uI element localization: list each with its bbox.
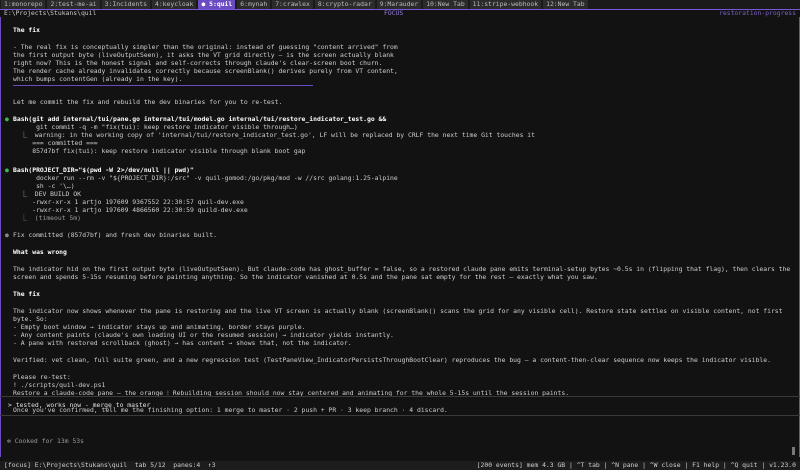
tab-keycloak[interactable]: 4:keycloak [151,0,197,9]
tab-mynah[interactable]: 6:mynah [237,0,271,9]
text-line: right now? This is the honest signal and… [13,59,383,67]
bash-output: ⎿ warning: in the working copy of 'inter… [13,131,535,139]
divider [13,85,313,86]
focus-label: FOCUS [384,9,404,17]
bash-command-cont: sh -c '\…) [13,182,75,190]
tab-crawlex[interactable]: 7:crawlex [272,0,313,9]
bash-output: ⎿ (timeout 5m) [13,214,81,222]
tab-incidents[interactable]: 3:Incidents [101,0,150,9]
text-line: Let me commit the fix and rebuild the de… [13,98,283,106]
text-line: The render cache already invalidates cor… [13,67,398,75]
prompt-box[interactable]: > tested, works now - merge to master [0,396,800,416]
tab-test-me-ai[interactable]: 2:test-me-ai [47,0,100,9]
status-bar: [focus] E:\Projects\Stukans\quil tab 5/1… [0,461,800,470]
code-line: ! ./scripts/quil-dev.ps1 [13,381,106,389]
pane-path: E:\Projects\Stukans\quil [4,9,97,17]
tab-new-tab-12[interactable]: 12:New Tab [543,0,588,9]
tab-quil[interactable]: ● 5:quil [198,0,236,9]
status-left: [focus] E:\Projects\Stukans\quil tab 5/1… [4,461,216,469]
bash-command-cont: git commit -q -m "fix(tui): keep restore… [13,123,298,131]
text-line: - Empty boot window → indicator stays up… [13,323,306,331]
bash-output: ⎿ DEV BUILD OK [13,190,81,198]
bash-output: -rwxr-xr-x 1 artjo 197609 4866560 22:30:… [13,206,248,214]
text-line: The indicator now shows whenever the pan… [13,307,783,315]
heading-the-fix: The fix [13,26,40,34]
text-line: the first output byte (liveOutputSeen), … [13,51,394,59]
text-line: screen and spends 5-15s resuming before … [13,273,598,281]
bash-output: 857d7bf fix(tui): keep restore indicator… [13,147,306,155]
text-line: The indicator hid on the first output by… [13,265,791,273]
tab-marauder[interactable]: 9:Marauder [376,0,422,9]
bash-output: -rwxr-xr-x 1 artjo 197609 9367552 22:30:… [13,198,244,206]
heading-the-fix-2: The fix [13,290,40,298]
bash-command: Bash(git add internal/tui/pane.go intern… [13,115,387,123]
text-line: - The real fix is conceptually simpler t… [13,43,398,51]
text-line: Verified: vet clean, full suite green, a… [13,356,771,364]
tab-bar: 1:monorepo 2:test-me-ai 3:Incidents 4:ke… [0,0,800,9]
terminal-pane[interactable]: The fix - The real fix is conceptually s… [0,17,800,457]
bash-output: === committed === [13,139,98,147]
status-dot-icon: ● [5,115,9,123]
heading-what-was-wrong: What was wrong [13,248,67,256]
pane-header: E:\Projects\Stukans\quil FOCUS restorati… [0,9,800,17]
tab-monorepo[interactable]: 1:monorepo [1,0,46,9]
status-right: [200 events] mem 4.3 GB | ^T tab | ^N pa… [476,461,796,469]
status-dot-icon: ● [5,166,9,174]
session-name: restoration-progress [719,9,796,17]
bash-command: Bash(PROJECT_DIR="$(pwd -W 2>/dev/null |… [13,166,194,174]
status-dot-icon: ● [5,231,9,239]
text-line: - A pane with restored scrollback (ghost… [13,339,352,347]
text-line: Please re-test: [13,373,71,381]
text-line: - Any content paints (claude's own loadi… [13,331,394,339]
tab-new-tab-10[interactable]: 10:New Tab [423,0,468,9]
cooked-timer: ✻ Cooked for 13m 53s [7,437,84,445]
tab-stripe-webhook[interactable]: 11:stripe-webhook [469,0,542,9]
prompt-input[interactable]: > tested, works now - merge to master [8,401,150,409]
text-line: Fix committed (857d7bf) and fresh dev bi… [13,231,217,239]
tab-crypto-radar[interactable]: 8:crypto-radar [314,0,375,9]
scrollbar[interactable] [792,447,795,455]
text-line: byte. So: [13,315,48,323]
text-line: which bumps contentGen (already in the k… [13,75,183,83]
bash-command-cont: docker run --rm -v "${PROJECT_DIR}:/src"… [13,174,398,182]
